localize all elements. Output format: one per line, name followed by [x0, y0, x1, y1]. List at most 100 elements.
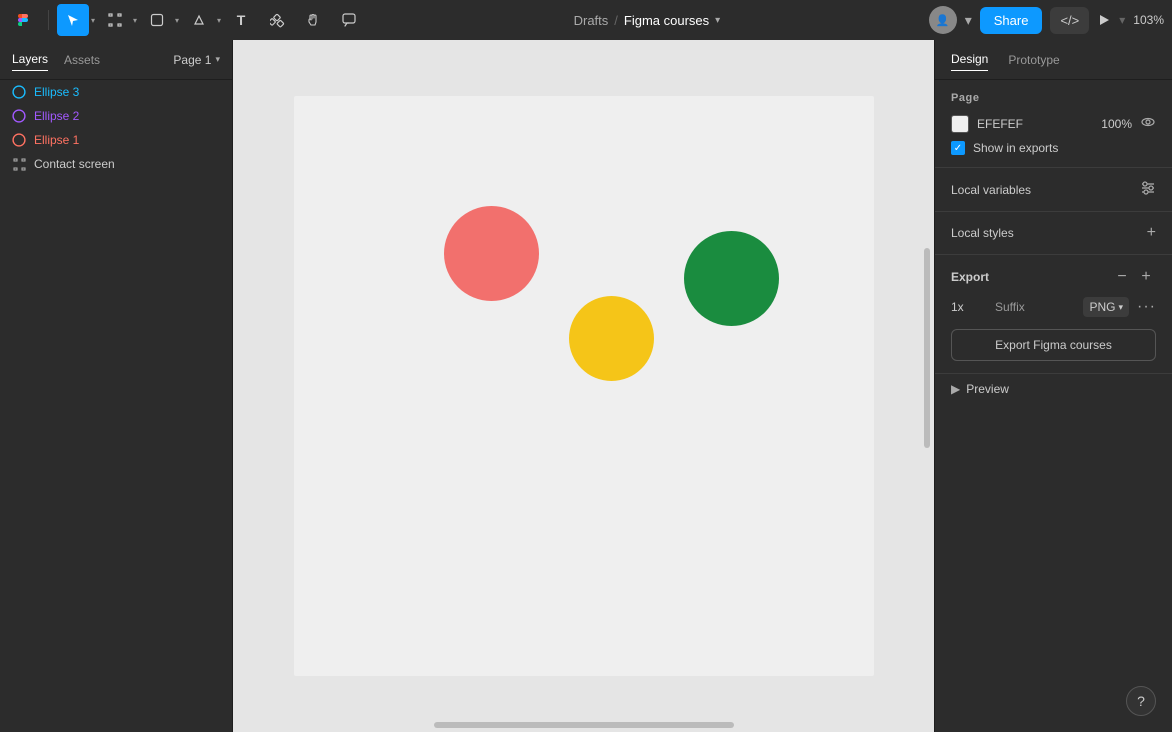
select-dropdown-arrow[interactable]: ▾: [91, 16, 95, 25]
export-title: Export: [951, 270, 989, 284]
show-in-exports-row: ✓ Show in exports: [951, 141, 1156, 155]
pen-tool-group: ▾: [183, 4, 221, 36]
user-avatar[interactable]: 👤: [929, 6, 957, 34]
canvas[interactable]: [233, 40, 934, 732]
main-area: Layers Assets Page 1 ▾ Ellipse 3 Ellipse…: [0, 40, 1172, 732]
play-button[interactable]: [1097, 13, 1111, 27]
ellipse-green[interactable]: [684, 231, 779, 326]
eye-icon[interactable]: [1140, 114, 1156, 133]
project-name-label[interactable]: Figma courses: [624, 13, 709, 28]
canvas-content: [233, 40, 934, 732]
frame-tool[interactable]: [99, 4, 131, 36]
local-styles-label[interactable]: Local styles: [951, 226, 1014, 240]
contact-screen-icon: [12, 157, 26, 171]
frame-tool-group: ▾: [99, 4, 137, 36]
project-dropdown-arrow[interactable]: ▾: [715, 15, 720, 26]
ellipse1-label: Ellipse 1: [34, 133, 79, 147]
preview-row[interactable]: ▶ Preview: [935, 374, 1172, 404]
left-panel-tabs: Layers Assets Page 1 ▾: [0, 40, 232, 80]
preview-chevron-icon: ▶: [951, 382, 960, 396]
ellipse2-icon: [12, 109, 26, 123]
canvas-frame[interactable]: [294, 96, 874, 676]
select-tool-group: ▾: [57, 4, 95, 36]
page-section: Page EFEFEF 100% ✓ Show in exports: [935, 80, 1172, 168]
path-separator: /: [614, 13, 618, 28]
local-variables-row: Local variables: [951, 180, 1156, 199]
local-styles-row: Local styles +: [951, 224, 1156, 242]
ellipse3-label: Ellipse 3: [34, 85, 79, 99]
tab-assets[interactable]: Assets: [64, 49, 100, 71]
show-in-exports-checkbox[interactable]: ✓: [951, 141, 965, 155]
layer-item-ellipse3[interactable]: Ellipse 3: [0, 80, 232, 104]
right-panel: Design Prototype Page EFEFEF 100% ✓ Show…: [934, 40, 1172, 732]
right-panel-tabs: Design Prototype: [935, 40, 1172, 80]
export-format-row: 1x Suffix PNG ▾ ···: [951, 297, 1156, 317]
export-controls: − +: [1112, 267, 1156, 287]
drafts-label: Drafts: [574, 13, 609, 28]
ellipse-yellow[interactable]: [569, 296, 654, 381]
avatar-dropdown[interactable]: ▾: [965, 12, 972, 29]
preview-label: Preview: [966, 382, 1009, 396]
vertical-scrollbar[interactable]: [924, 248, 930, 448]
zoom-indicator[interactable]: 103%: [1133, 13, 1164, 27]
export-button[interactable]: Export Figma courses: [951, 329, 1156, 361]
page-selector[interactable]: Page 1 ▾: [173, 53, 220, 67]
tab-layers[interactable]: Layers: [12, 48, 48, 71]
export-section: Export − + 1x Suffix PNG ▾ ··· Export Fi…: [935, 255, 1172, 374]
layer-item-ellipse2[interactable]: Ellipse 2: [0, 104, 232, 128]
page-opacity-value[interactable]: 100%: [1101, 117, 1132, 131]
ellipse3-icon: [12, 85, 26, 99]
pen-tool[interactable]: [183, 4, 215, 36]
page-name: Page 1: [173, 53, 211, 67]
page-dropdown-arrow[interactable]: ▾: [215, 54, 220, 65]
export-header: Export − +: [951, 267, 1156, 287]
play-dropdown[interactable]: ▾: [1119, 13, 1125, 27]
left-panel: Layers Assets Page 1 ▾ Ellipse 3 Ellipse…: [0, 40, 233, 732]
comment-tool[interactable]: [333, 4, 365, 36]
text-tool[interactable]: T: [225, 4, 257, 36]
components-tool[interactable]: [261, 4, 293, 36]
toolbar: ▾ ▾ ▾ ▾ T: [0, 0, 1172, 40]
layer-item-ellipse1[interactable]: Ellipse 1: [0, 128, 232, 152]
help-button[interactable]: ?: [1126, 686, 1156, 716]
local-styles-section: Local styles +: [935, 212, 1172, 255]
separator1: [48, 10, 49, 30]
adjust-icon[interactable]: [1140, 180, 1156, 199]
frame-dropdown-arrow[interactable]: ▾: [133, 16, 137, 25]
export-suffix-input[interactable]: Suffix: [995, 300, 1075, 314]
shape-tool-group: ▾: [141, 4, 179, 36]
contact-screen-label: Contact screen: [34, 157, 115, 171]
select-tool[interactable]: [57, 4, 89, 36]
ellipse2-label: Ellipse 2: [34, 109, 79, 123]
shape-tool[interactable]: [141, 4, 173, 36]
page-section-header: Page: [951, 92, 1156, 104]
hand-tool[interactable]: [297, 4, 329, 36]
toolbar-breadcrumb: Drafts / Figma courses ▾: [369, 13, 925, 28]
export-scale-input[interactable]: 1x: [951, 300, 987, 314]
export-more-button[interactable]: ···: [1137, 298, 1156, 316]
toolbar-right: 👤 ▾ Share </> ▾ 103%: [929, 6, 1164, 34]
format-dropdown-arrow: ▾: [1118, 302, 1123, 313]
export-remove-button[interactable]: −: [1112, 267, 1132, 287]
page-color-hex[interactable]: EFEFEF: [977, 117, 1093, 131]
ellipse1-icon: [12, 133, 26, 147]
layer-item-contact-screen[interactable]: Contact screen: [0, 152, 232, 176]
page-bg-row: EFEFEF 100%: [951, 114, 1156, 133]
local-variables-label[interactable]: Local variables: [951, 183, 1031, 197]
shape-dropdown-arrow[interactable]: ▾: [175, 16, 179, 25]
export-format-select[interactable]: PNG ▾: [1083, 297, 1129, 317]
figma-icon[interactable]: [8, 4, 40, 36]
ellipse-pink[interactable]: [444, 206, 539, 301]
show-in-exports-label[interactable]: Show in exports: [973, 141, 1058, 155]
code-button[interactable]: </>: [1050, 7, 1089, 34]
export-add-button[interactable]: +: [1136, 267, 1156, 287]
tab-prototype[interactable]: Prototype: [1008, 49, 1059, 71]
page-section-title: Page: [951, 92, 980, 104]
tab-design[interactable]: Design: [951, 48, 988, 71]
horizontal-scrollbar[interactable]: [434, 722, 734, 728]
share-button[interactable]: Share: [980, 7, 1043, 34]
local-styles-add-icon[interactable]: +: [1147, 224, 1156, 242]
page-color-swatch[interactable]: [951, 115, 969, 133]
local-variables-section: Local variables: [935, 168, 1172, 212]
pen-dropdown-arrow[interactable]: ▾: [217, 16, 221, 25]
